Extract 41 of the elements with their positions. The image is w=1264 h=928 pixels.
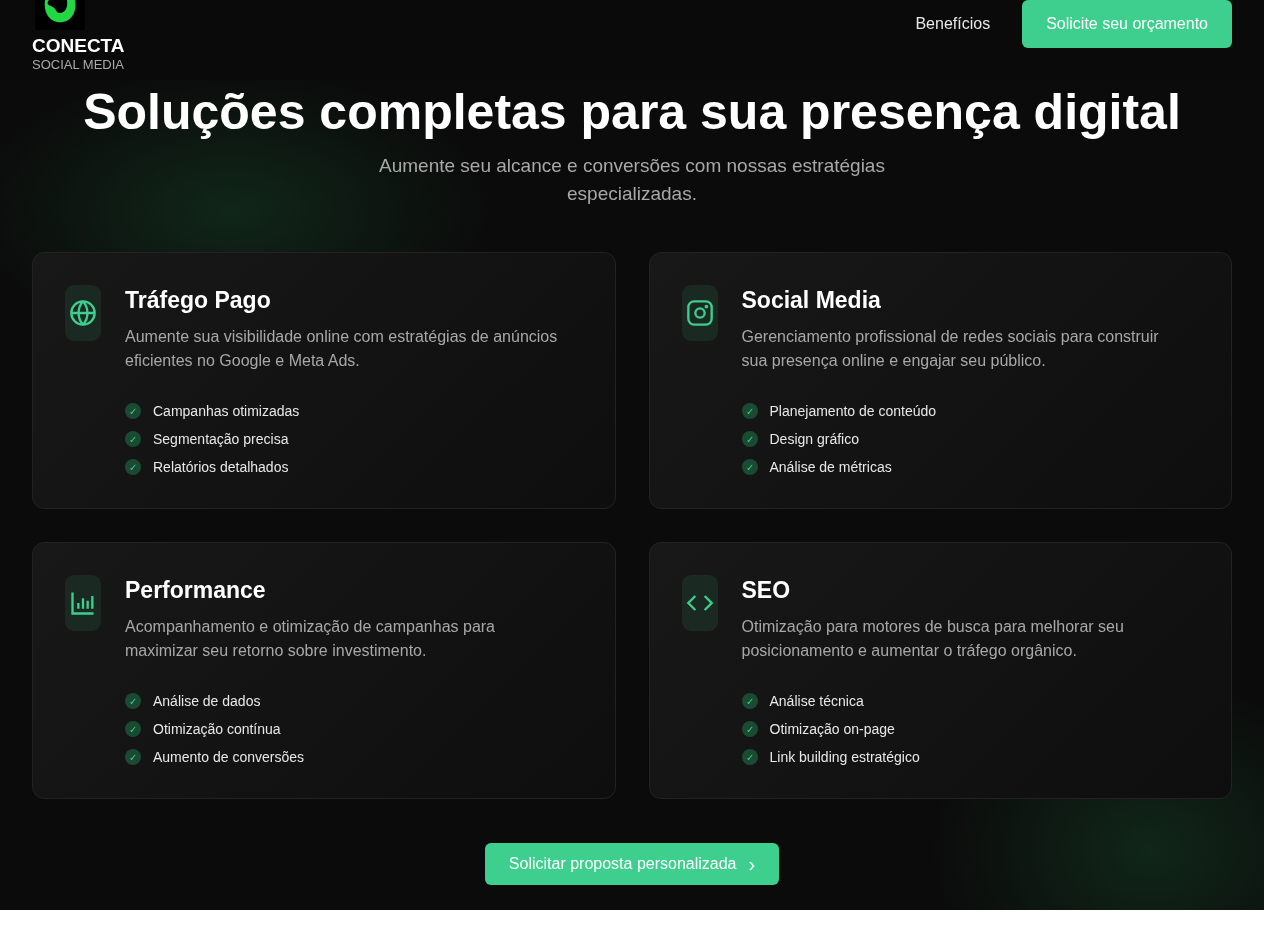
hero-subtitle: Aumente seu alcance e conversões com nossas estratégias especializadas. — [378, 154, 886, 206]
feature-text: Otimização on-page — [769, 721, 895, 737]
service-description: Aumente sua visibilidade online com estratégias de anúncios eficientes no Google e Meta Ads. — [125, 327, 559, 371]
feature-text: Análise de dados — [153, 693, 261, 709]
check-icon: ✓ — [125, 403, 141, 419]
check-icon: ✓ — [741, 403, 758, 419]
check-icon: ✓ — [125, 693, 141, 709]
service-description: Otimização para motores de busca para melhorar seu posicionamento e aumentar o tráfego orgânico. — [741, 617, 1125, 661]
feature-text: Aumento de conversões — [153, 749, 304, 765]
check-icon: ✓ — [741, 459, 758, 475]
check-icon: ✓ — [741, 693, 758, 709]
check-icon: ✓ — [741, 749, 758, 765]
feature-text: Design gráfico — [769, 431, 859, 447]
feature-text: Planejamento de conteúdo — [769, 403, 937, 419]
feature-text: Segmentação precisa — [153, 431, 289, 447]
feature-text: Campanhas otimizadas — [153, 403, 300, 419]
service-description: Acompanhamento e otimização de campanhas para maximizar seu retorno sobre investimento. — [125, 617, 496, 661]
check-icon: ✓ — [125, 749, 141, 765]
quote-button[interactable]: Solicite seu orçamento — [1022, 0, 1232, 48]
service-title: SEO — [741, 576, 792, 605]
brand-name: CONECTA — [32, 35, 125, 57]
feature-text: Otimização contínua — [153, 721, 281, 737]
check-icon: ✓ — [125, 459, 141, 475]
service-description: Gerenciamento profissional de redes sociais para construir sua presença online e engajar seu público. — [741, 327, 1160, 371]
feature-text: Relatórios detalhados — [153, 459, 289, 475]
feature-text: Análise técnica — [769, 693, 864, 709]
instagram-icon — [685, 299, 714, 327]
service-title: Social Media — [741, 286, 882, 315]
globe-icon — [69, 299, 97, 327]
brand-tagline: SOCIAL MEDIA — [32, 57, 124, 73]
check-icon: ✓ — [125, 431, 141, 447]
feature-text: Link building estratégico — [769, 749, 920, 765]
check-icon: ✓ — [741, 721, 758, 737]
check-icon: ✓ — [125, 721, 141, 737]
proposal-button[interactable]: Solicitar proposta personalizada › — [484, 843, 780, 885]
hero-title: Soluções completas para sua presença digital — [82, 83, 1182, 142]
service-title: Tráfego Pago — [125, 286, 272, 315]
feature-text: Análise de métricas — [769, 459, 892, 475]
service-title: Performance — [125, 576, 267, 605]
nav-link[interactable]: Benefícios — [915, 15, 991, 33]
check-icon: ✓ — [741, 431, 758, 447]
